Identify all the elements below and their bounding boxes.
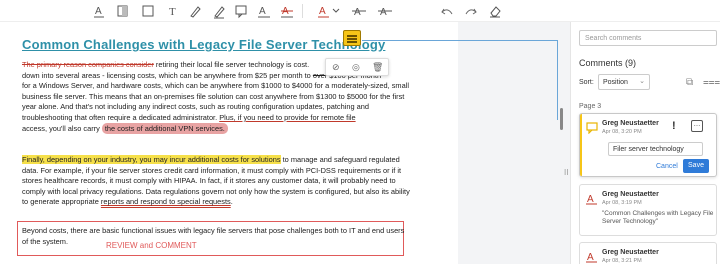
trash-icon[interactable]: 🗑 — [372, 62, 383, 73]
svg-text:T: T — [169, 6, 176, 18]
svg-text:A: A — [354, 7, 361, 18]
paragraph-3: Beyond costs, there are basic functional… — [22, 226, 405, 246]
strikethrough-alt-icon[interactable]: A — [378, 3, 392, 19]
strikethrough-icon[interactable]: A — [352, 3, 366, 19]
eraser-icon[interactable] — [488, 3, 502, 19]
delete-icon[interactable]: ⊘ — [332, 62, 340, 73]
text-annotation-icon: A — [586, 250, 598, 263]
svg-text:A: A — [259, 6, 266, 17]
style-icon[interactable]: ◎ — [352, 62, 360, 73]
pdf-annotation-app: A T A A A A A — [0, 0, 720, 264]
comment-card-active[interactable]: Greg Neustaetter Apr 08, 3:20 PM ! … Fil… — [579, 113, 717, 177]
pencil-icon[interactable] — [212, 3, 226, 19]
grip-icon[interactable]: II — [564, 168, 568, 177]
document-title: Common Challenges with Legacy File Serve… — [22, 37, 386, 52]
sticky-note-icon[interactable] — [234, 3, 248, 19]
comments-sidebar: Search comments Comments (9) Sort: Posit… — [570, 22, 720, 264]
toolbar-separator — [302, 4, 303, 18]
double-underline-annotation[interactable]: reports and respond to special requests — [101, 197, 231, 206]
paragraph-2: Finally, depending on your industry, you… — [22, 155, 410, 207]
svg-text:A: A — [587, 194, 594, 205]
annotation-popup-menu: ⊘ ◎ 🗑 — [325, 58, 389, 76]
comment-card[interactable]: A Greg Neustaetter Apr 08, 3:19 PM "Comm… — [579, 184, 717, 236]
svg-text:A: A — [95, 6, 102, 17]
svg-text:A: A — [380, 7, 387, 18]
save-button[interactable]: Save — [683, 159, 709, 173]
highlight-annotation-yellow[interactable]: Finally, depending on your industry, you… — [22, 155, 281, 164]
text-color-icon[interactable]: A — [257, 3, 271, 19]
chevron-down-icon: ⌄ — [639, 78, 645, 85]
review-comment-text[interactable]: REVIEW and COMMENT — [106, 241, 197, 250]
highlight-annotation-red[interactable]: the costs of additional VPN services. — [101, 122, 228, 134]
copy-icon[interactable]: ⧉ — [686, 77, 693, 88]
underline-text-icon[interactable]: A — [92, 3, 106, 19]
more-options-button[interactable]: … — [691, 120, 703, 132]
comment-connector-line — [362, 40, 557, 41]
sort-select[interactable]: Position ⌄ — [598, 74, 650, 90]
comment-reply-input[interactable]: Filer server technology — [608, 142, 703, 156]
priority-icon[interactable]: ! — [672, 120, 676, 132]
rectangle-icon[interactable] — [141, 3, 155, 19]
comments-heading: Comments (9) — [579, 58, 637, 68]
card-accent — [580, 114, 582, 176]
sticky-note-icon — [586, 121, 598, 135]
page-label: Page 3 — [579, 103, 602, 110]
svg-text:A: A — [319, 6, 326, 17]
annotation-toolbar: A T A A A A A — [0, 0, 720, 22]
comment-quote: "Common Challenges with Legacy File Serv… — [602, 210, 714, 225]
text-annotation-icon: A — [586, 192, 598, 205]
svg-text:A: A — [587, 252, 594, 263]
resize-handle[interactable] — [560, 108, 563, 130]
document-gutter — [458, 22, 570, 264]
underline-annotation[interactable]: Plus, if you need to provide for remote … — [219, 113, 355, 122]
highlight-area-icon[interactable] — [116, 3, 130, 19]
comment-connector-line-vertical — [557, 40, 558, 120]
filter-icon[interactable]: ⩶ — [703, 77, 720, 88]
redo-icon[interactable] — [464, 3, 478, 19]
sticky-note-annotation-icon[interactable] — [343, 30, 361, 46]
free-text-icon[interactable]: T — [166, 3, 180, 19]
strikeout-annotation[interactable]: The primary reason companies consider — [22, 60, 154, 69]
strikeout-text-icon[interactable]: A — [280, 3, 294, 19]
comment-card[interactable]: A Greg Neustaetter Apr 08, 3:21 PM — [579, 242, 717, 264]
text-style-dropdown-icon[interactable]: A — [318, 3, 342, 19]
pen-icon[interactable] — [188, 3, 202, 19]
cancel-button[interactable]: Cancel — [656, 163, 678, 170]
undo-icon[interactable] — [440, 3, 454, 19]
sort-label: Sort: — [579, 79, 594, 86]
search-comments-input[interactable]: Search comments — [579, 30, 717, 46]
